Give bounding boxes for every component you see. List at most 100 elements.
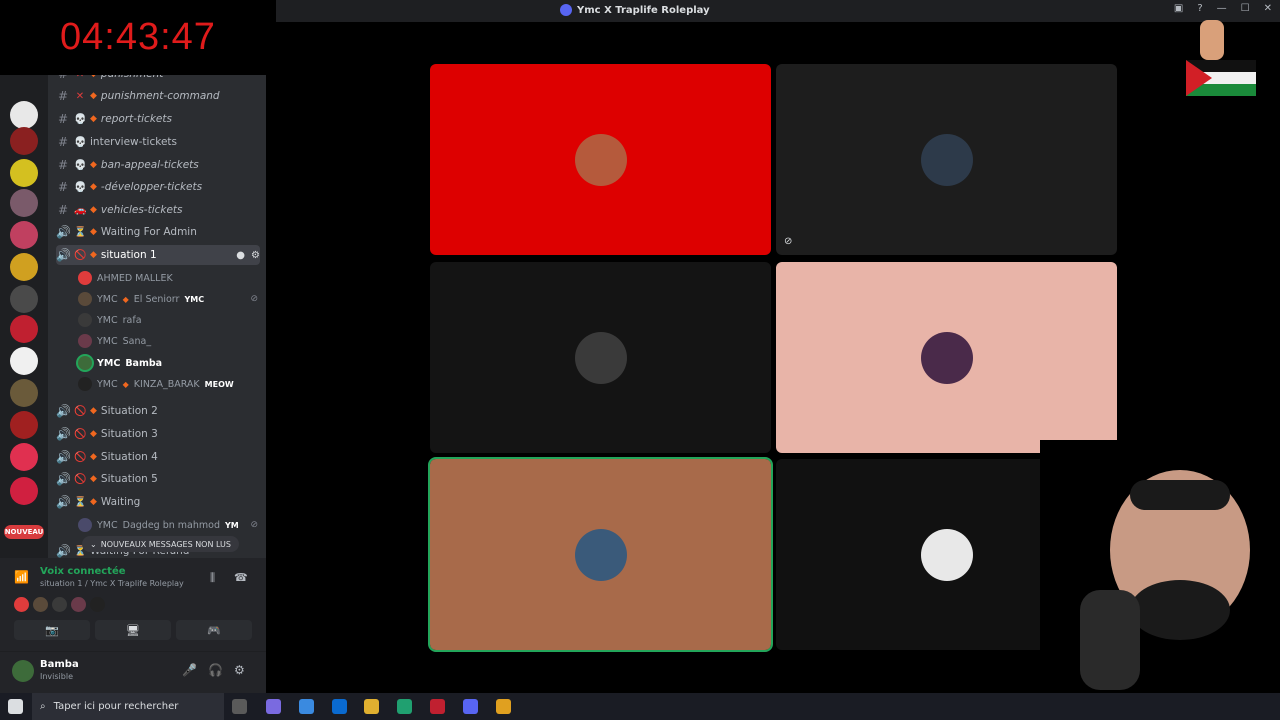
diamond-icon: ◆ xyxy=(90,429,97,439)
store-icon[interactable] xyxy=(299,699,314,714)
settings-icon[interactable]: ⚙ xyxy=(234,663,245,677)
channel-name: Situation 4 xyxy=(100,451,158,463)
window-controls: ▣ ? — ☐ ✕ xyxy=(1174,3,1272,14)
user-prefix: YMC xyxy=(97,357,121,369)
channel-name: report-tickets xyxy=(100,113,172,125)
channel-list: # ✕ ◆ punishment # ✕ ◆ punishment-comman… xyxy=(48,75,266,558)
app-icon[interactable] xyxy=(430,699,445,714)
channel-waiting[interactable]: 🔊 ⏳ ◆ Waiting xyxy=(56,492,260,512)
participant-tile[interactable] xyxy=(430,262,771,453)
voice-user[interactable]: YMC Bamba xyxy=(78,354,258,372)
maximize-button[interactable]: ☐ xyxy=(1241,3,1250,14)
microphone-icon[interactable]: 🎤 xyxy=(182,663,197,677)
server-icon[interactable] xyxy=(10,347,38,375)
voice-channel-icon: 🔊 xyxy=(56,404,71,418)
channel-interview-tickets[interactable]: # 💀 interview-tickets xyxy=(56,132,260,152)
participant-tile[interactable] xyxy=(428,457,773,652)
avatar[interactable] xyxy=(52,597,67,612)
channel-punishment[interactable]: # ✕ ◆ punishment xyxy=(56,75,260,84)
voice-channel-icon: 🔊 xyxy=(56,450,71,464)
channel-situation-2[interactable]: 🔊 🚫 ◆ Situation 2 xyxy=(56,401,260,421)
task-view-icon[interactable] xyxy=(232,699,247,714)
disconnect-icon[interactable]: ☎ xyxy=(234,571,248,584)
channel-waiting-for-admin[interactable]: 🔊 ⏳ ◆ Waiting For Admin xyxy=(56,222,260,242)
account-name[interactable]: Bamba xyxy=(40,659,79,670)
avatar[interactable] xyxy=(14,597,29,612)
server-icon[interactable] xyxy=(10,315,38,343)
help-icon[interactable]: ? xyxy=(1197,3,1202,14)
user-tag: YM xyxy=(225,520,239,530)
channel-situation-3[interactable]: 🔊 🚫 ◆ Situation 3 xyxy=(56,424,260,444)
server-icon[interactable] xyxy=(10,127,38,155)
voice-server[interactable]: situation 1 / Ymc X Traplife Roleplay xyxy=(40,579,184,588)
windows-start-icon[interactable] xyxy=(8,699,23,714)
channel-developper-tickets[interactable]: # 💀 ◆ -développer-tickets xyxy=(56,177,260,197)
discord-icon[interactable] xyxy=(463,699,478,714)
text-channel-icon: # xyxy=(57,158,69,172)
voice-user[interactable]: YMC ◆ KINZA_BARAK MEOW xyxy=(78,375,258,393)
camera-button[interactable]: 📷 xyxy=(14,620,90,640)
server-icon[interactable] xyxy=(10,253,38,281)
voice-status[interactable]: Voix connectée xyxy=(40,566,126,577)
nouveau-badge[interactable]: NOUVEAU xyxy=(4,525,44,539)
server-icon[interactable] xyxy=(10,411,38,439)
user-name: AHMED MALLEK xyxy=(97,272,173,284)
taskbar-search[interactable]: ⌕ Taper ici pour rechercher xyxy=(32,693,224,720)
channel-punishment-command[interactable]: # ✕ ◆ punishment-command xyxy=(56,86,260,106)
channel-situation-5[interactable]: 🔊 🚫 ◆ Situation 5 xyxy=(56,469,260,489)
voice-user[interactable]: YMC Sana_ xyxy=(78,332,258,350)
minimize-button[interactable]: — xyxy=(1217,3,1227,14)
activity-button[interactable]: 🎮 xyxy=(176,620,252,640)
cross-icon: ✕ xyxy=(75,90,85,102)
chat-icon[interactable]: ● xyxy=(236,250,245,261)
channel-name: situation 1 xyxy=(100,249,157,261)
channel-report-tickets[interactable]: # 💀 ◆ report-tickets xyxy=(56,109,260,129)
app-icon[interactable] xyxy=(496,699,511,714)
voice-user[interactable]: YMC rafa xyxy=(78,311,258,329)
server-icon[interactable] xyxy=(10,477,38,505)
channel-situation-1[interactable]: 🔊 🚫 ◆ situation 1 ● ⚙ xyxy=(56,245,260,265)
voice-user[interactable]: AHMED MALLEK xyxy=(78,269,258,287)
headphones-icon[interactable]: 🎧 xyxy=(208,663,223,677)
voice-channel-icon: 🔊 xyxy=(56,472,71,486)
explorer-icon[interactable] xyxy=(364,699,379,714)
diamond-icon: ◆ xyxy=(90,114,97,124)
server-icon[interactable] xyxy=(10,159,38,187)
channel-situation-4[interactable]: 🔊 🚫 ◆ Situation 4 xyxy=(56,447,260,467)
voice-user[interactable]: YMC ◆ El Seniorr YMC ⊘ xyxy=(78,290,258,308)
server-icon[interactable] xyxy=(10,221,38,249)
copilot-icon[interactable] xyxy=(266,699,281,714)
gear-icon[interactable]: ⚙ xyxy=(251,250,260,261)
server-icon[interactable] xyxy=(10,379,38,407)
close-button[interactable]: ✕ xyxy=(1264,3,1272,14)
diamond-icon: ◆ xyxy=(122,294,129,304)
edge-icon[interactable] xyxy=(397,699,412,714)
outlook-icon[interactable] xyxy=(332,699,347,714)
channel-name: punishment xyxy=(101,75,163,80)
participant-tile[interactable]: ⊘ xyxy=(776,64,1117,255)
avatar[interactable] xyxy=(90,597,105,612)
avatar[interactable] xyxy=(71,597,86,612)
new-messages-pill[interactable]: ⌄ NOUVEAUX MESSAGES NON LUS xyxy=(82,536,239,552)
participant-tile[interactable] xyxy=(430,64,771,255)
server-icon[interactable] xyxy=(10,443,38,471)
inbox-icon[interactable]: ▣ xyxy=(1174,3,1183,14)
account-status: Invisible xyxy=(40,672,73,681)
voice-user[interactable]: YMC Dagdeg bn mahmod YM ⊘ xyxy=(78,516,258,534)
user-name: KINZA_BARAK xyxy=(133,378,200,390)
text-channel-icon: # xyxy=(57,135,69,149)
avatar[interactable] xyxy=(12,660,34,682)
screen-share-button[interactable]: 🖥 xyxy=(95,620,171,640)
server-icon[interactable] xyxy=(10,285,38,313)
avatar xyxy=(78,292,92,306)
server-icon[interactable] xyxy=(10,189,38,217)
user-prefix: YMC xyxy=(97,335,118,347)
avatar[interactable] xyxy=(33,597,48,612)
channel-ban-appeal-tickets[interactable]: # 💀 ◆ ban-appeal-tickets xyxy=(56,155,260,175)
channel-name: vehicles-tickets xyxy=(100,204,183,216)
diamond-icon: ◆ xyxy=(90,227,97,237)
participant-tile[interactable] xyxy=(776,262,1117,453)
server-icon[interactable] xyxy=(10,101,38,129)
channel-vehicles-tickets[interactable]: # 🚗 ◆ vehicles-tickets xyxy=(56,200,260,220)
noise-suppression-icon[interactable]: ⫼ xyxy=(210,571,215,585)
